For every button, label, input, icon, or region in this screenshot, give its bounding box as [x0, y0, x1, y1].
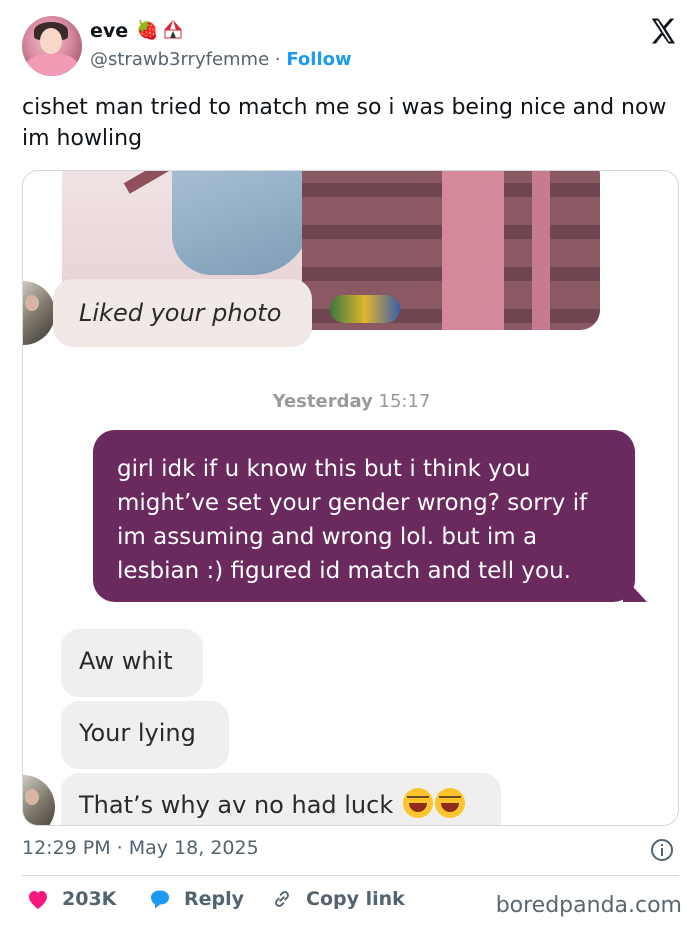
info-icon[interactable]	[650, 838, 674, 862]
photo-jeans	[172, 171, 312, 275]
reply-label: Reply	[184, 888, 245, 910]
author-name[interactable]: eve	[90, 20, 128, 42]
like-button[interactable]: 203K	[26, 888, 116, 910]
x-logo-icon[interactable]	[648, 16, 678, 46]
avatar-coat	[26, 54, 78, 76]
chat-timestamp: Yesterday 15:17	[23, 391, 678, 412]
received-message-3-text: That’s why av no had luck	[79, 791, 394, 819]
thumbnail-face-2	[25, 789, 39, 805]
like-count: 203K	[62, 888, 117, 910]
boredpanda-watermark: boredpanda.com	[495, 893, 682, 918]
thumbnail-face	[25, 295, 39, 311]
photo-railing	[442, 171, 504, 330]
photo-railing-post	[532, 171, 550, 330]
copy-link-label: Copy link	[306, 888, 405, 910]
strawberry-icon: 🍓	[136, 20, 159, 41]
received-message-2: Your lying	[61, 701, 229, 769]
link-icon	[275, 891, 289, 907]
photo-shoe	[330, 295, 400, 323]
timestamp-day: Yesterday	[272, 391, 373, 412]
heart-icon	[29, 891, 47, 909]
footer-divider	[22, 875, 679, 876]
tweet-text: cishet man tried to match me so i was be…	[22, 95, 667, 151]
match-thumbnail-2	[23, 775, 55, 825]
sent-bubble-tail	[623, 576, 647, 602]
avatar-face	[40, 28, 62, 54]
author-avatar[interactable]	[22, 16, 82, 76]
received-message-1: Aw whit	[61, 629, 203, 697]
reply-icon	[151, 890, 169, 909]
follow-button[interactable]: Follow	[286, 49, 351, 70]
author-handle-line: @strawb3rryfemme · Follow	[90, 49, 352, 70]
laughing-emoji-icon	[434, 788, 465, 818]
match-thumbnail	[23, 281, 55, 345]
circus-tent-icon	[164, 20, 182, 39]
timestamp-time: 15:17	[378, 391, 431, 412]
reply-button[interactable]: Reply	[148, 888, 244, 910]
author-handle[interactable]: @strawb3rryfemme	[90, 49, 269, 70]
copy-link-button[interactable]: Copy link	[270, 888, 405, 910]
liked-photo-bubble: Liked your photo	[53, 279, 312, 347]
received-message-3: That’s why av no had luck	[61, 773, 501, 825]
sent-message-bubble: girl idk if u know this but i think you …	[93, 430, 635, 602]
tweet-media[interactable]: Liked your photo Yesterday 15:17 girl id…	[22, 170, 679, 826]
tweet-timestamp[interactable]: 12:29 PM · May 18, 2025	[22, 837, 259, 859]
laughing-emoji-icon	[402, 788, 433, 818]
handle-separator: ·	[274, 49, 281, 70]
